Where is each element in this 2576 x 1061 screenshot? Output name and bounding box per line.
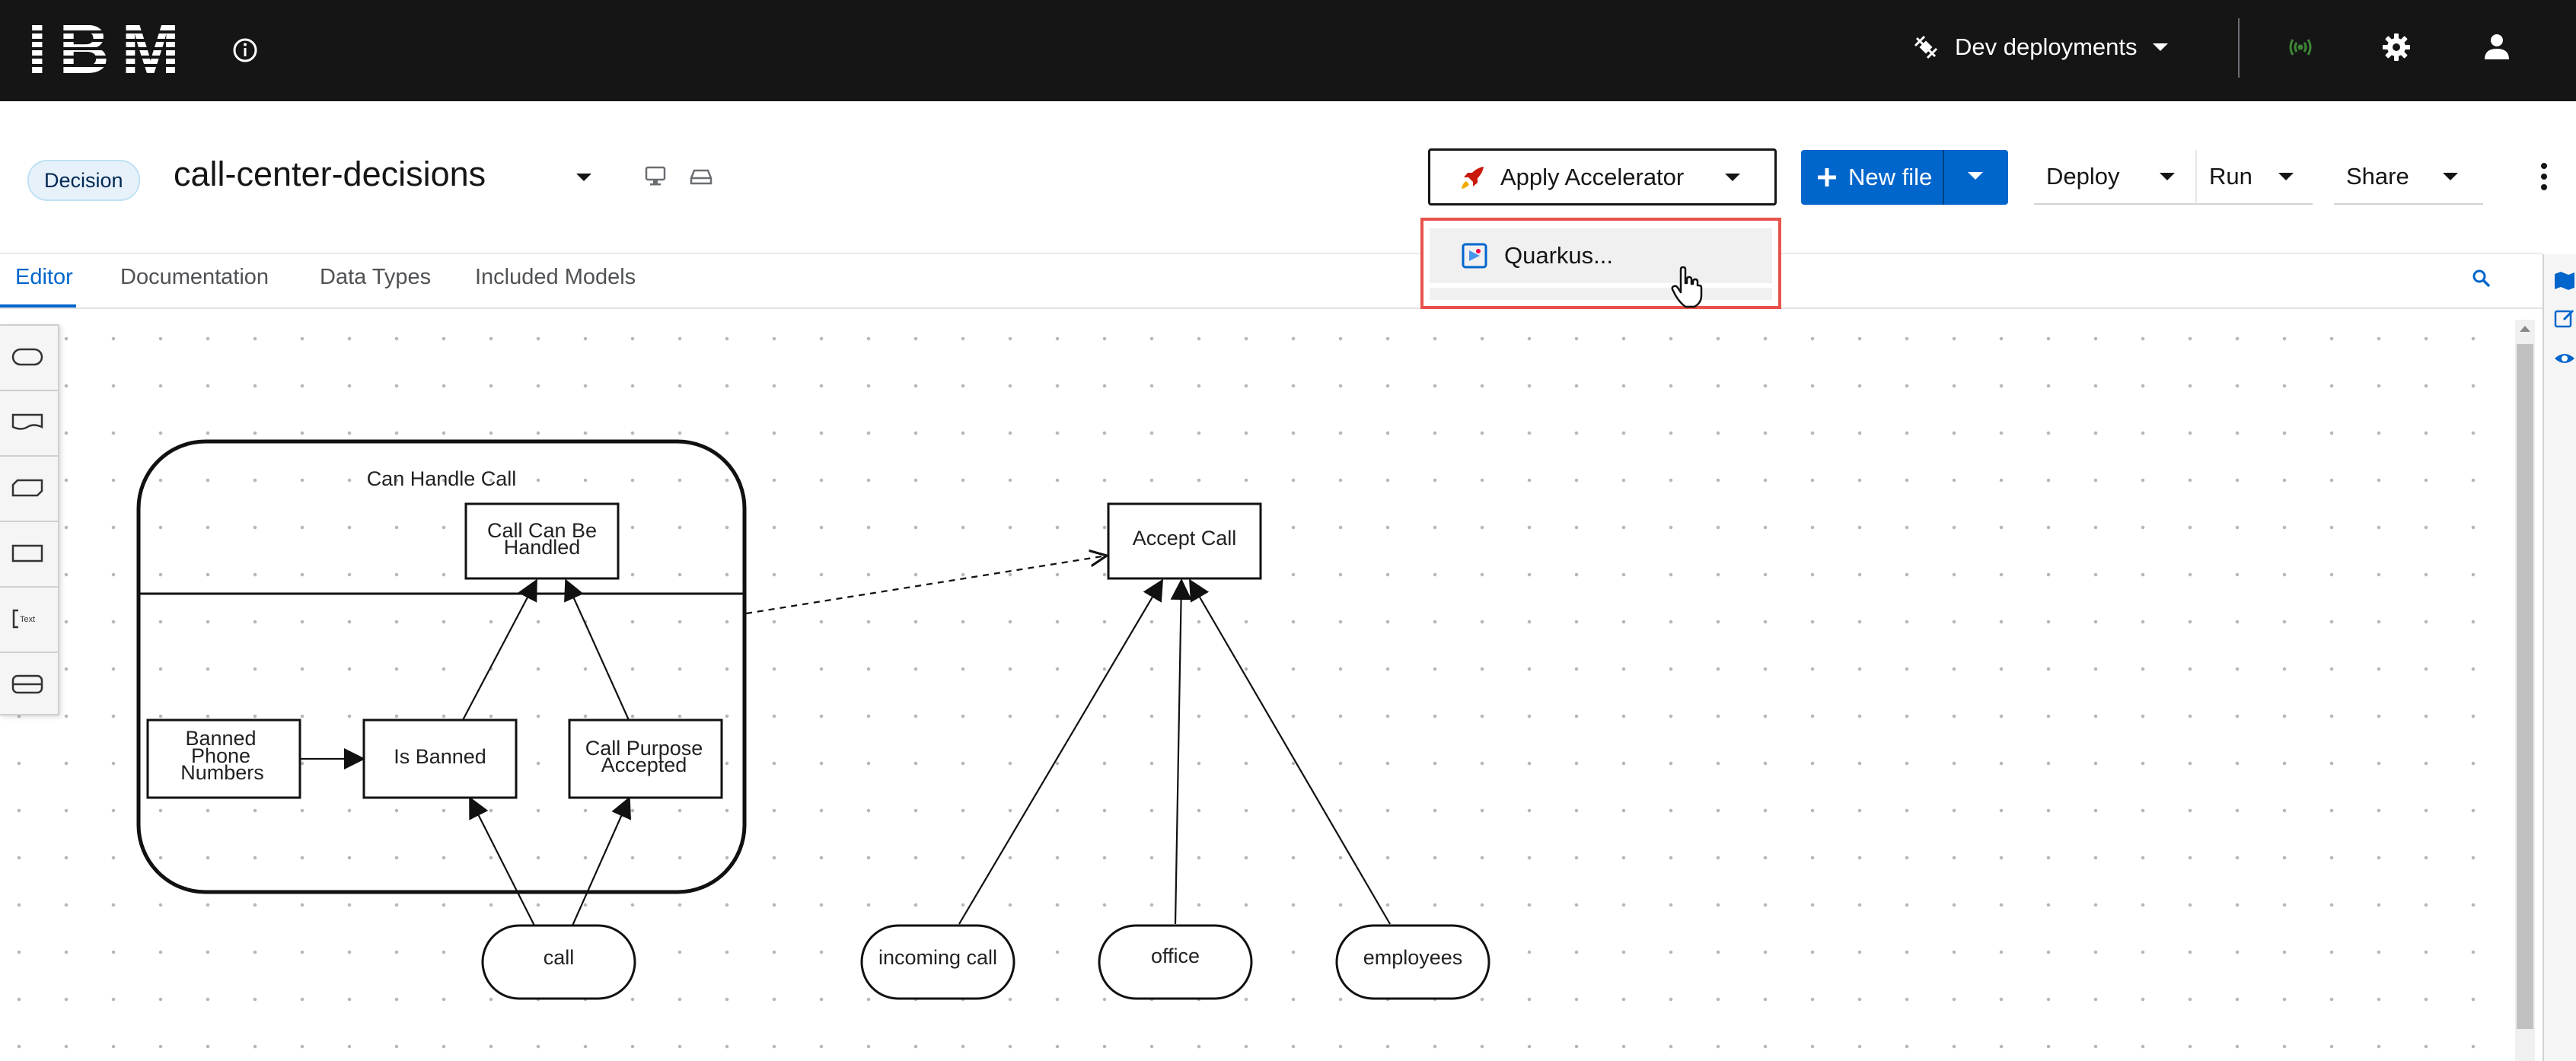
svg-text:Numbers: Numbers xyxy=(180,761,264,784)
eye-icon[interactable] xyxy=(2553,347,2576,370)
apply-accelerator-menu: Quarkus... xyxy=(1420,218,1781,309)
svg-text:Text: Text xyxy=(20,615,35,624)
svg-text:Handled: Handled xyxy=(504,536,581,559)
decision-service-icon xyxy=(11,674,43,694)
knowledge-requirement-edge xyxy=(745,556,1107,615)
decision-service-tool[interactable] xyxy=(0,653,58,717)
decision-is-banned[interactable]: Is Banned xyxy=(362,718,518,799)
svg-text:Accepted: Accepted xyxy=(601,754,687,776)
scrollbar-thumb[interactable] xyxy=(2517,344,2533,1029)
input-data-incoming-call[interactable]: incoming call xyxy=(860,924,1015,1000)
text-annotation-tool[interactable]: Text xyxy=(0,588,58,653)
knowledge-source-tool[interactable] xyxy=(0,391,58,457)
oval-shape-icon xyxy=(11,348,43,366)
rectangle-shape-icon xyxy=(11,544,43,562)
decision-service-can-handle-call[interactable]: Can Handle Call xyxy=(136,439,747,894)
edit-properties-icon[interactable] xyxy=(2553,307,2576,330)
menu-item-quarkus-label: Quarkus... xyxy=(1504,242,1613,269)
svg-text:incoming call: incoming call xyxy=(878,946,997,969)
bkm-tool[interactable] xyxy=(0,457,58,522)
svg-text:employees: employees xyxy=(1363,946,1463,969)
decision-call-purpose-accepted[interactable]: Call Purpose Accepted xyxy=(568,718,723,799)
svg-text:call: call xyxy=(544,946,575,969)
scroll-up-arrow-icon[interactable] xyxy=(2519,324,2531,333)
menu-bottom-strip xyxy=(1430,288,1772,300)
svg-text:office: office xyxy=(1151,945,1200,967)
input-data-employees[interactable]: employees xyxy=(1335,924,1490,1000)
input-data-office[interactable]: office xyxy=(1098,924,1253,1000)
input-data-call[interactable]: call xyxy=(481,924,636,1000)
svg-text:Is Banned: Is Banned xyxy=(394,745,486,768)
menu-item-quarkus[interactable]: Quarkus... xyxy=(1430,228,1772,283)
knowledge-source-icon xyxy=(11,413,43,430)
svg-text:Accept Call: Accept Call xyxy=(1133,527,1237,550)
input-data-tool[interactable] xyxy=(0,326,58,391)
decision-service-label: Can Handle Call xyxy=(367,467,517,490)
decision-tool[interactable] xyxy=(0,522,58,588)
kebab-menu-icon[interactable] xyxy=(2530,160,2558,193)
right-side-panel-toggles xyxy=(2543,254,2576,1061)
decision-call-can-be-handled[interactable]: Call Can Be Handled xyxy=(464,502,620,580)
shape-palette: Text xyxy=(0,324,59,715)
decision-accept-call[interactable]: Accept Call xyxy=(1107,502,1262,580)
bkm-shape-icon xyxy=(11,479,43,497)
bkm-banned-phone-numbers[interactable]: Banned Phone Numbers xyxy=(146,718,301,799)
pointer-hand-cursor-icon xyxy=(1671,266,1703,308)
map-icon[interactable] xyxy=(2553,269,2576,292)
dmn-diagram: Can Handle Call Call Can Be Handled Acce… xyxy=(136,439,1490,1000)
text-annotation-icon: Text xyxy=(12,609,35,629)
quarkus-icon xyxy=(1462,243,1487,269)
